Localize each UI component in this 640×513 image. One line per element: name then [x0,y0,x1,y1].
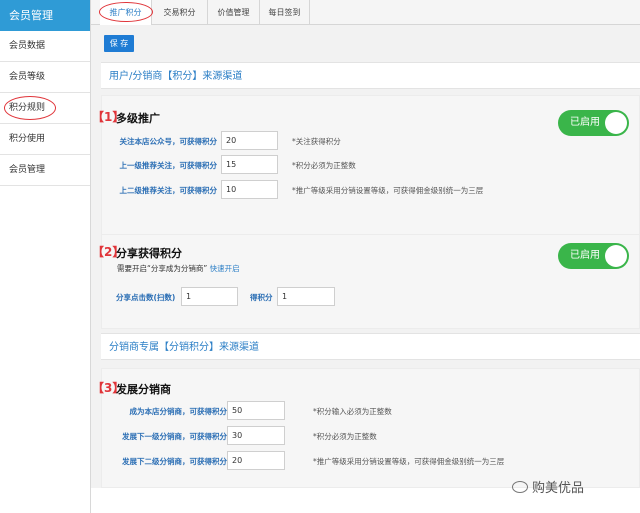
panel-develop-distributors: 【3】 发展分销商 成为本店分销商，可获得积分 *积分输入必须为正整数 发展下一… [92,368,640,488]
section-header-distributor-points: 分销商专属【分销积分】来源渠道 [101,333,640,360]
sidebar: 会员管理 会员数据 会员等级 积分规则 积分使用 会员管理 [0,0,91,513]
row-hint: *积分输入必须为正整数 [313,407,392,416]
row-label: 关注本店公众号，可获得积分 [119,137,218,146]
level2-points-input[interactable] [221,180,278,199]
sidebar-item-label: 会员管理 [9,165,46,175]
row-label: 发展下二级分销商，可获得积分 [122,457,227,466]
follow-points-input[interactable] [221,131,278,150]
tab-daily-checkin[interactable]: 每日签到 [260,0,310,25]
row-hint: *推广等级采用分销设置等级，可获得佣金级别统一为三层 [313,457,505,466]
row-hint: *积分必须为正整数 [292,161,356,170]
sidebar-item-member-level[interactable]: 会员等级 [0,62,90,93]
toggle-knob [605,112,627,134]
row-label: 上一级推荐关注，可获得积分 [119,161,218,170]
wechat-icon [512,481,528,493]
sidebar-item-member-manage[interactable]: 会员管理 [0,155,90,186]
tab-label: 每日签到 [268,8,301,17]
tab-bar: 推广积分 交易积分 价值管理 每日签到 [91,0,640,25]
sidebar-item-label: 积分使用 [9,134,46,144]
toggle-label: 已启用 [570,250,600,261]
sidebar-item-points-usage[interactable]: 积分使用 [0,124,90,155]
sidebar-item-label: 会员等级 [9,72,46,82]
share-points-input[interactable] [277,287,335,306]
toggle-knob [605,245,627,267]
sidebar-header: 会员管理 [0,0,90,31]
tab-label: 交易积分 [163,8,196,17]
row-hint: *推广等级采用分销设置等级，可获得佣金级别统一为三层 [292,186,484,195]
section-header-user-points: 用户/分销商【积分】来源渠道 [101,62,640,89]
section-title: 分享获得积分 [116,247,182,260]
section-title: 发展分销商 [116,383,171,396]
row-label: 发展下一级分销商，可获得积分 [122,432,227,441]
sidebar-item-member-data[interactable]: 会员数据 [0,31,90,62]
row-label: 成为本店分销商，可获得积分 [129,407,228,416]
share-note: 需要开启“分享成为分销商” 快速开启 [117,263,240,274]
sidebar-item-label: 会员数据 [9,41,46,51]
enable-toggle[interactable]: 已启用 [558,110,629,136]
toggle-label: 已启用 [570,117,600,128]
tab-trade-points[interactable]: 交易积分 [152,0,208,25]
develop-level1-points-input[interactable] [227,426,285,445]
row-label: 分享点击数(扫数) [116,293,176,302]
sidebar-item-points-rules[interactable]: 积分规则 [0,93,90,124]
panel-share-points: 【2】 分享获得积分 已启用 需要开启“分享成为分销商” 快速开启 分享点击数(… [92,234,640,329]
share-clicks-input[interactable] [181,287,238,306]
develop-level2-points-input[interactable] [227,451,285,470]
become-distributor-points-input[interactable] [227,401,285,420]
row-label: 上二级推荐关注，可获得积分 [119,186,218,195]
tab-label: 价值管理 [217,8,250,17]
watermark-text: 购美优品 [532,481,585,496]
tab-value-manage[interactable]: 价值管理 [208,0,260,25]
share-note-text: 需要开启“分享成为分销商” [117,264,208,273]
panel-multi-level-promo: 【1】 多级推广 已启用 关注本店公众号，可获得积分 *关注获得积分 上一级推荐… [92,95,640,245]
row-hint: *积分必须为正整数 [313,432,377,441]
section-title: 多级推广 [116,112,160,125]
row-label: 得积分 [250,293,273,302]
quick-enable-link[interactable]: 快速开启 [210,264,240,273]
level1-points-input[interactable] [221,155,278,174]
highlight-circle [99,2,153,22]
enable-toggle[interactable]: 已启用 [558,243,629,269]
highlight-circle [4,96,56,120]
main-content: 保 存 用户/分销商【积分】来源渠道 【1】 多级推广 已启用 关注本店公众号，… [91,25,640,488]
save-button[interactable]: 保 存 [104,35,134,52]
row-hint: *关注获得积分 [292,137,341,146]
watermark: 购美优品 [512,477,584,496]
